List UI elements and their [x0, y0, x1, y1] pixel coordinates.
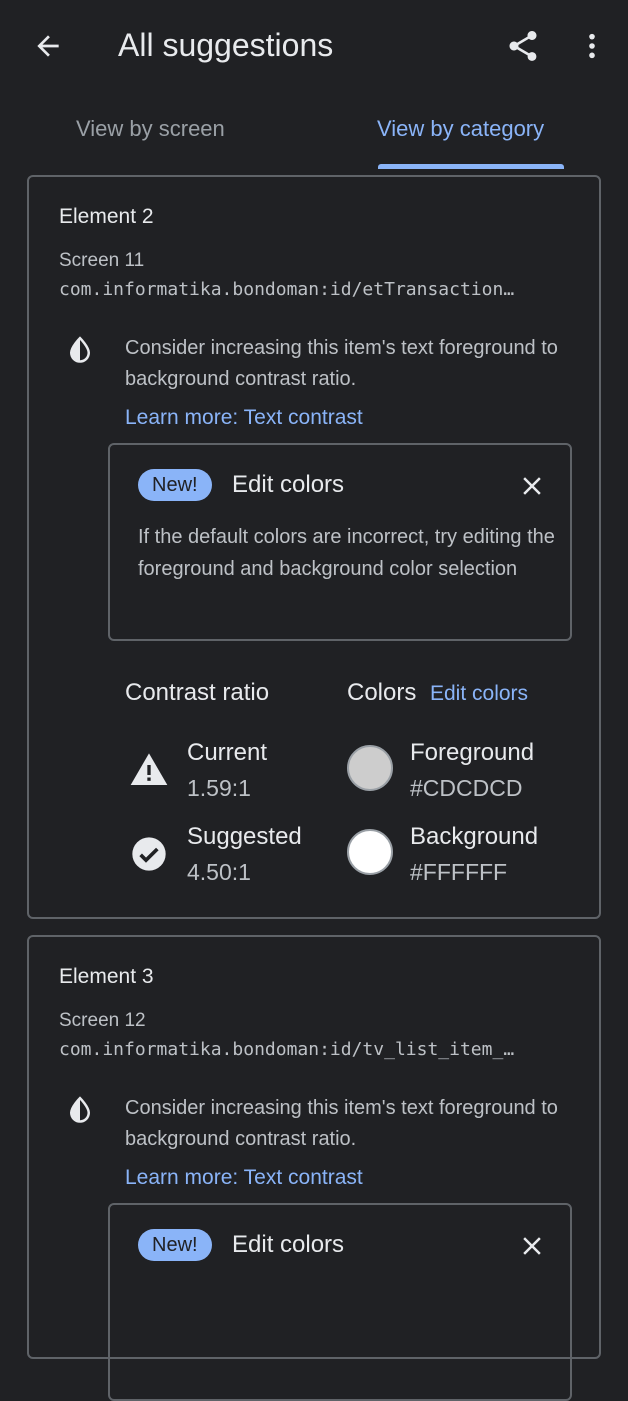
background-value: #FFFFFF: [410, 859, 508, 885]
warning-icon: [129, 750, 169, 790]
more-vert-icon: [589, 33, 595, 59]
new-badge: New!: [138, 469, 212, 501]
close-icon: [523, 1237, 541, 1255]
page-title: All suggestions: [118, 27, 334, 63]
close-notice-button[interactable]: [515, 1229, 549, 1263]
colors-heading: Colors: [347, 679, 417, 706]
share-icon: [509, 31, 537, 61]
contrast-icon: [69, 336, 91, 363]
notice-body: If the default colors are incorrect, try…: [138, 526, 555, 580]
screen-label: Screen 12: [59, 1010, 146, 1031]
edit-colors-link[interactable]: Edit colors: [430, 682, 528, 706]
notice-title: Edit colors: [232, 471, 345, 498]
contrast-ratio-heading: Contrast ratio: [125, 679, 270, 706]
suggestion-message: Consider increasing this item's text for…: [125, 337, 558, 390]
suggestion-message: Consider increasing this item's text for…: [125, 1097, 558, 1150]
element-title: Element 3: [59, 965, 154, 988]
tab-view-by-category[interactable]: View by category: [377, 116, 544, 142]
foreground-swatch[interactable]: [347, 745, 393, 791]
suggestion-card: Element 3 Screen 12 com.informatika.bond…: [27, 935, 601, 1401]
current-value: 1.59:1: [187, 775, 251, 801]
close-icon: [523, 477, 541, 495]
resource-id: com.informatika.bondoman:id/tv_list_item…: [59, 1039, 515, 1060]
suggested-value: 4.50:1: [187, 859, 251, 885]
screen-label: Screen 11: [59, 250, 145, 271]
resource-id: com.informatika.bondoman:id/etTransactio…: [59, 279, 515, 300]
selected-tab-indicator: [378, 164, 564, 169]
edit-colors-notice: New! Edit colors If the default colors a…: [108, 443, 572, 641]
new-badge: New!: [138, 1229, 212, 1261]
contrast-icon: [69, 1096, 91, 1123]
top-app-bar: All suggestions: [0, 0, 628, 92]
notice-title: Edit colors: [232, 1231, 345, 1258]
more-options-button[interactable]: [572, 24, 612, 68]
element-title: Element 2: [59, 205, 154, 228]
foreground-value: #CDCDCD: [410, 775, 523, 801]
edit-colors-notice: New! Edit colors: [108, 1203, 572, 1401]
background-label: Background: [410, 823, 539, 850]
foreground-label: Foreground: [410, 739, 535, 766]
learn-more-link[interactable]: Learn more: Text contrast: [125, 1166, 363, 1190]
suggested-label: Suggested: [187, 823, 302, 850]
close-notice-button[interactable]: [515, 469, 549, 503]
current-label: Current: [187, 739, 268, 766]
share-button[interactable]: [500, 24, 546, 68]
view-tabs: View by screen View by category: [0, 100, 628, 172]
arrow-left-icon: [37, 35, 59, 57]
learn-more-link[interactable]: Learn more: Text contrast: [125, 406, 363, 430]
suggestion-card: Element 2 Screen 11 com.informatika.bond…: [27, 175, 601, 919]
check-circle-icon: [129, 834, 169, 874]
back-button[interactable]: [26, 24, 70, 68]
background-swatch[interactable]: [347, 829, 393, 875]
tab-view-by-screen[interactable]: View by screen: [76, 116, 225, 142]
